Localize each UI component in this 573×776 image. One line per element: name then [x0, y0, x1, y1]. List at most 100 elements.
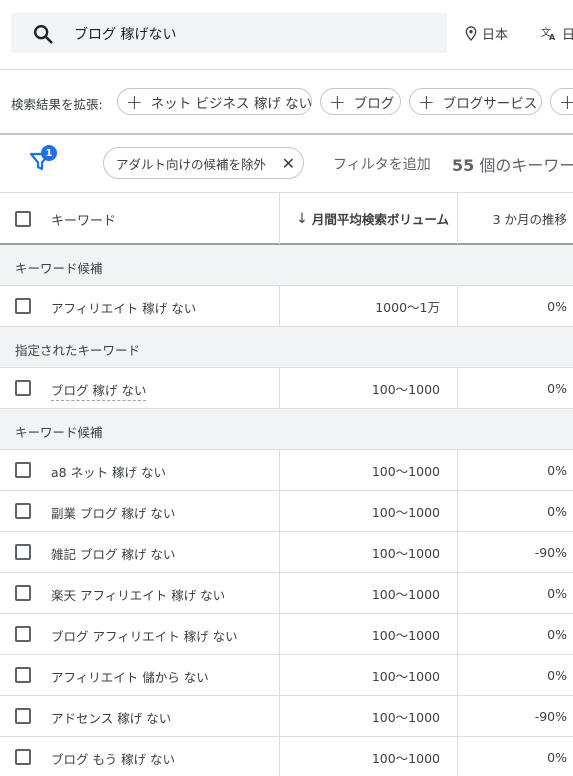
select-all-checkbox[interactable]: [15, 211, 31, 227]
table-body: キーワード候補 アフィリエイト 稼げ ない 1000～1万 0% 指定されたキーワードブ…: [0, 245, 573, 776]
trend-cell: 0%: [457, 573, 573, 613]
volume-value: 100～1000: [371, 668, 440, 684]
row-checkbox[interactable]: [15, 544, 31, 560]
keyword-table: キーワード ↓ 月間平均検索ボリューム 3 か月の推移 キーワード候補アフィリエ…: [0, 192, 573, 776]
trend-value: 0%: [547, 626, 567, 642]
group-title: キーワード候補: [15, 261, 103, 276]
row-checkbox[interactable]: [15, 626, 31, 642]
keyword-cell: アフィリエイト 儲から ない: [51, 670, 209, 685]
column-header-trend[interactable]: 3 か月の推移: [457, 193, 573, 244]
plus-icon: +: [126, 89, 143, 114]
table-row[interactable]: ブログ 稼げ ない 100～1000 0%: [0, 368, 573, 409]
row-checkbox[interactable]: [15, 667, 31, 683]
add-filter-button[interactable]: フィルタを追加: [333, 154, 431, 174]
table-row[interactable]: アフィリエイト 儲から ない 100～1000 0%: [0, 655, 573, 696]
keyword-cell: アドセンス 稼げ ない: [51, 711, 172, 726]
keyword-cell: ブログ 稼げ ない: [51, 380, 147, 401]
volume-value: 100～1000: [371, 709, 440, 725]
expand-chip-blog-service[interactable]: + ブログサービス: [409, 88, 542, 115]
volume-cell: 100～1000: [279, 573, 458, 613]
volume-value: 100～1000: [371, 750, 440, 766]
chip-label: ブログ: [353, 95, 395, 112]
location-label: 日本: [482, 28, 509, 43]
trend-value: 0%: [547, 667, 567, 683]
volume-cell: 100～1000: [279, 491, 458, 531]
plus-icon: +: [559, 89, 573, 114]
table-row[interactable]: アフィリエイト 稼げ ない 1000～1万 0%: [0, 286, 573, 327]
trend-value: 0%: [547, 585, 567, 601]
group-title: 指定されたキーワード: [15, 343, 141, 358]
trend-value: 0%: [547, 298, 567, 314]
table-row[interactable]: 楽天 アフィリエイト 稼げ ない 100～1000 0%: [0, 573, 573, 614]
trend-value: 0%: [547, 380, 567, 396]
active-filter-chip[interactable]: アダルト向けの候補を除外 ✕: [103, 147, 304, 179]
column-header-volume[interactable]: ↓ 月間平均検索ボリューム: [279, 193, 458, 244]
volume-cell: 100～1000: [279, 368, 458, 408]
filter-count-badge: 1: [41, 145, 57, 161]
column-header-keyword[interactable]: キーワード: [51, 210, 116, 229]
language-selector[interactable]: 文 A 日: [541, 24, 573, 43]
trend-value: 0%: [547, 462, 567, 478]
table-row[interactable]: a8 ネット 稼げ ない 100～1000 0%: [0, 450, 573, 491]
trend-cell: 0%: [457, 655, 573, 695]
group-title: キーワード候補: [15, 425, 103, 440]
keyword-cell: ブログ アフィリエイト 稼げ ない: [51, 629, 238, 644]
keyword-cell: アフィリエイト 稼げ ない: [51, 301, 197, 316]
trend-cell: 0%: [457, 368, 573, 408]
trend-cell: 0%: [457, 614, 573, 654]
volume-cell: 100～1000: [279, 450, 458, 490]
volume-value: 100～1000: [371, 463, 440, 479]
volume-cell: 100～1000: [279, 532, 458, 572]
column-header-volume-label: 月間平均検索ボリューム: [311, 212, 449, 227]
volume-cell: 1000～1万: [279, 286, 458, 326]
trend-cell: 0%: [457, 491, 573, 531]
keyword-cell: 副業 ブログ 稼げ ない: [51, 506, 176, 521]
volume-value: 100～1000: [371, 545, 440, 561]
volume-value: 100～1000: [371, 504, 440, 520]
keyword-count-text: 個のキーワー: [474, 156, 573, 175]
column-header-trend-label: 3 か月の推移: [492, 212, 567, 227]
search-input[interactable]: ブログ 稼げない: [11, 13, 447, 53]
volume-cell: 100～1000: [279, 737, 458, 776]
volume-value: 100～1000: [371, 586, 440, 602]
translate-icon: 文 A: [541, 26, 556, 41]
row-checkbox[interactable]: [15, 708, 31, 724]
table-header: キーワード ↓ 月間平均検索ボリューム 3 か月の推移: [0, 192, 573, 245]
trend-value: -90%: [534, 544, 567, 560]
table-row[interactable]: 雑記 ブログ 稼げ ない 100～1000 -90%: [0, 532, 573, 573]
close-icon[interactable]: ✕: [282, 154, 295, 173]
plus-icon: +: [418, 89, 435, 114]
trend-value: 0%: [547, 503, 567, 519]
volume-value: 100～1000: [371, 627, 440, 643]
row-checkbox[interactable]: [15, 298, 31, 314]
trend-cell: 0%: [457, 450, 573, 490]
arrow-down-icon: ↓: [296, 210, 308, 227]
plus-icon: +: [329, 89, 346, 114]
expand-chip-more[interactable]: +: [550, 88, 573, 115]
row-checkbox[interactable]: [15, 380, 31, 396]
expand-chip-net-business[interactable]: + ネット ビジネス 稼げ ない: [117, 88, 312, 115]
table-row[interactable]: アドセンス 稼げ ない 100～1000 -90%: [0, 696, 573, 737]
trend-value: 0%: [547, 749, 567, 765]
group-header: 指定されたキーワード: [0, 327, 573, 368]
row-checkbox[interactable]: [15, 462, 31, 478]
expand-label: 検索結果を拡張:: [11, 97, 103, 112]
expand-chip-blog[interactable]: + ブログ: [320, 88, 401, 115]
group-header: キーワード候補: [0, 409, 573, 450]
keyword-count-number: 55: [452, 156, 475, 175]
filter-chip-label: アダルト向けの候補を除外: [116, 156, 267, 172]
chip-label: ネット ビジネス 稼げ ない: [150, 95, 313, 112]
row-checkbox[interactable]: [15, 503, 31, 519]
group-header: キーワード候補: [0, 245, 573, 286]
table-row[interactable]: ブログ もう 稼げ ない 100～1000 0%: [0, 737, 573, 776]
trend-cell: 0%: [457, 286, 573, 326]
location-selector[interactable]: 日本: [465, 24, 508, 43]
volume-cell: 100～1000: [279, 696, 458, 736]
filter-row: 1 アダルト向けの候補を除外 ✕ フィルタを追加 55 個のキーワー: [0, 135, 573, 192]
keyword-cell: ブログ もう 稼げ ない: [51, 752, 176, 767]
row-checkbox[interactable]: [15, 749, 31, 765]
row-checkbox[interactable]: [15, 585, 31, 601]
table-row[interactable]: 副業 ブログ 稼げ ない 100～1000 0%: [0, 491, 573, 532]
search-bar-row: ブログ 稼げない 日本 文 A 日: [0, 0, 573, 70]
table-row[interactable]: ブログ アフィリエイト 稼げ ない 100～1000 0%: [0, 614, 573, 655]
